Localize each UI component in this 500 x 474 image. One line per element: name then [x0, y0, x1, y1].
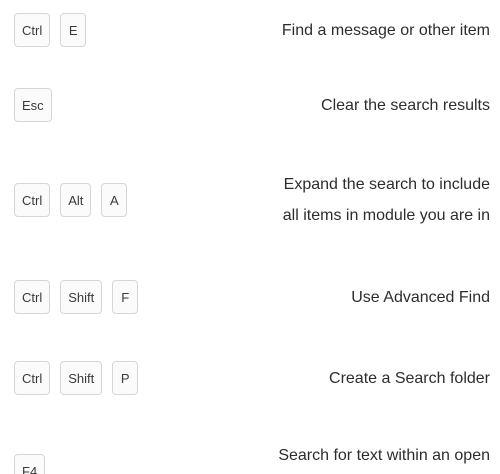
key-combo: Ctrl Shift P — [0, 361, 139, 395]
key-combo: F4 — [0, 440, 46, 474]
shortcut-row-find-item: Ctrl E Find a message or other item — [0, 13, 500, 47]
description-line: Clear the search results — [321, 96, 490, 114]
description-line: Expand the search to include — [283, 176, 490, 193]
key-ctrl: Ctrl — [14, 183, 51, 217]
key-alt: Alt — [60, 183, 92, 217]
key-shift: Shift — [60, 361, 103, 395]
shortcut-row-search-folder: Ctrl Shift P Create a Search folder — [0, 361, 500, 395]
description-line: Create a Search folder — [329, 369, 490, 387]
key-ctrl: Ctrl — [14, 361, 51, 395]
description-line: all items in module you are in — [282, 207, 490, 224]
key-ctrl: Ctrl — [14, 280, 51, 314]
shortcut-description: Search for text within an open — [278, 440, 500, 471]
key-p: P — [112, 361, 139, 395]
description-line: Search for text within an open — [278, 447, 490, 464]
shortcut-description: Clear the search results — [321, 90, 500, 121]
description-line: Find a message or other item — [281, 21, 490, 39]
shortcut-description: Create a Search folder — [329, 363, 500, 394]
key-shift: Shift — [60, 280, 103, 314]
shortcut-description: Use Advanced Find — [351, 282, 500, 313]
shortcut-row-search-open-item: F4 Search for text within an open — [0, 440, 500, 474]
shortcut-description: Expand the search to include all items i… — [283, 169, 500, 231]
key-f: F — [112, 280, 139, 314]
key-combo: Ctrl E — [0, 13, 87, 47]
shortcut-row-expand-search: Ctrl Alt A Expand the search to include … — [0, 169, 500, 231]
description-line: Use Advanced Find — [351, 288, 490, 306]
key-combo: Ctrl Shift F — [0, 280, 139, 314]
key-f4: F4 — [14, 454, 46, 474]
key-combo: Ctrl Alt A — [0, 183, 128, 217]
key-a: A — [101, 183, 128, 217]
key-ctrl: Ctrl — [14, 13, 51, 47]
key-esc: Esc — [14, 88, 52, 122]
shortcut-description: Find a message or other item — [282, 15, 500, 46]
shortcut-list: Ctrl E Find a message or other item Esc … — [0, 0, 500, 474]
shortcut-row-advanced-find: Ctrl Shift F Use Advanced Find — [0, 280, 500, 314]
key-e: E — [60, 13, 87, 47]
shortcut-row-clear-search: Esc Clear the search results — [0, 88, 500, 122]
key-combo: Esc — [0, 88, 52, 122]
